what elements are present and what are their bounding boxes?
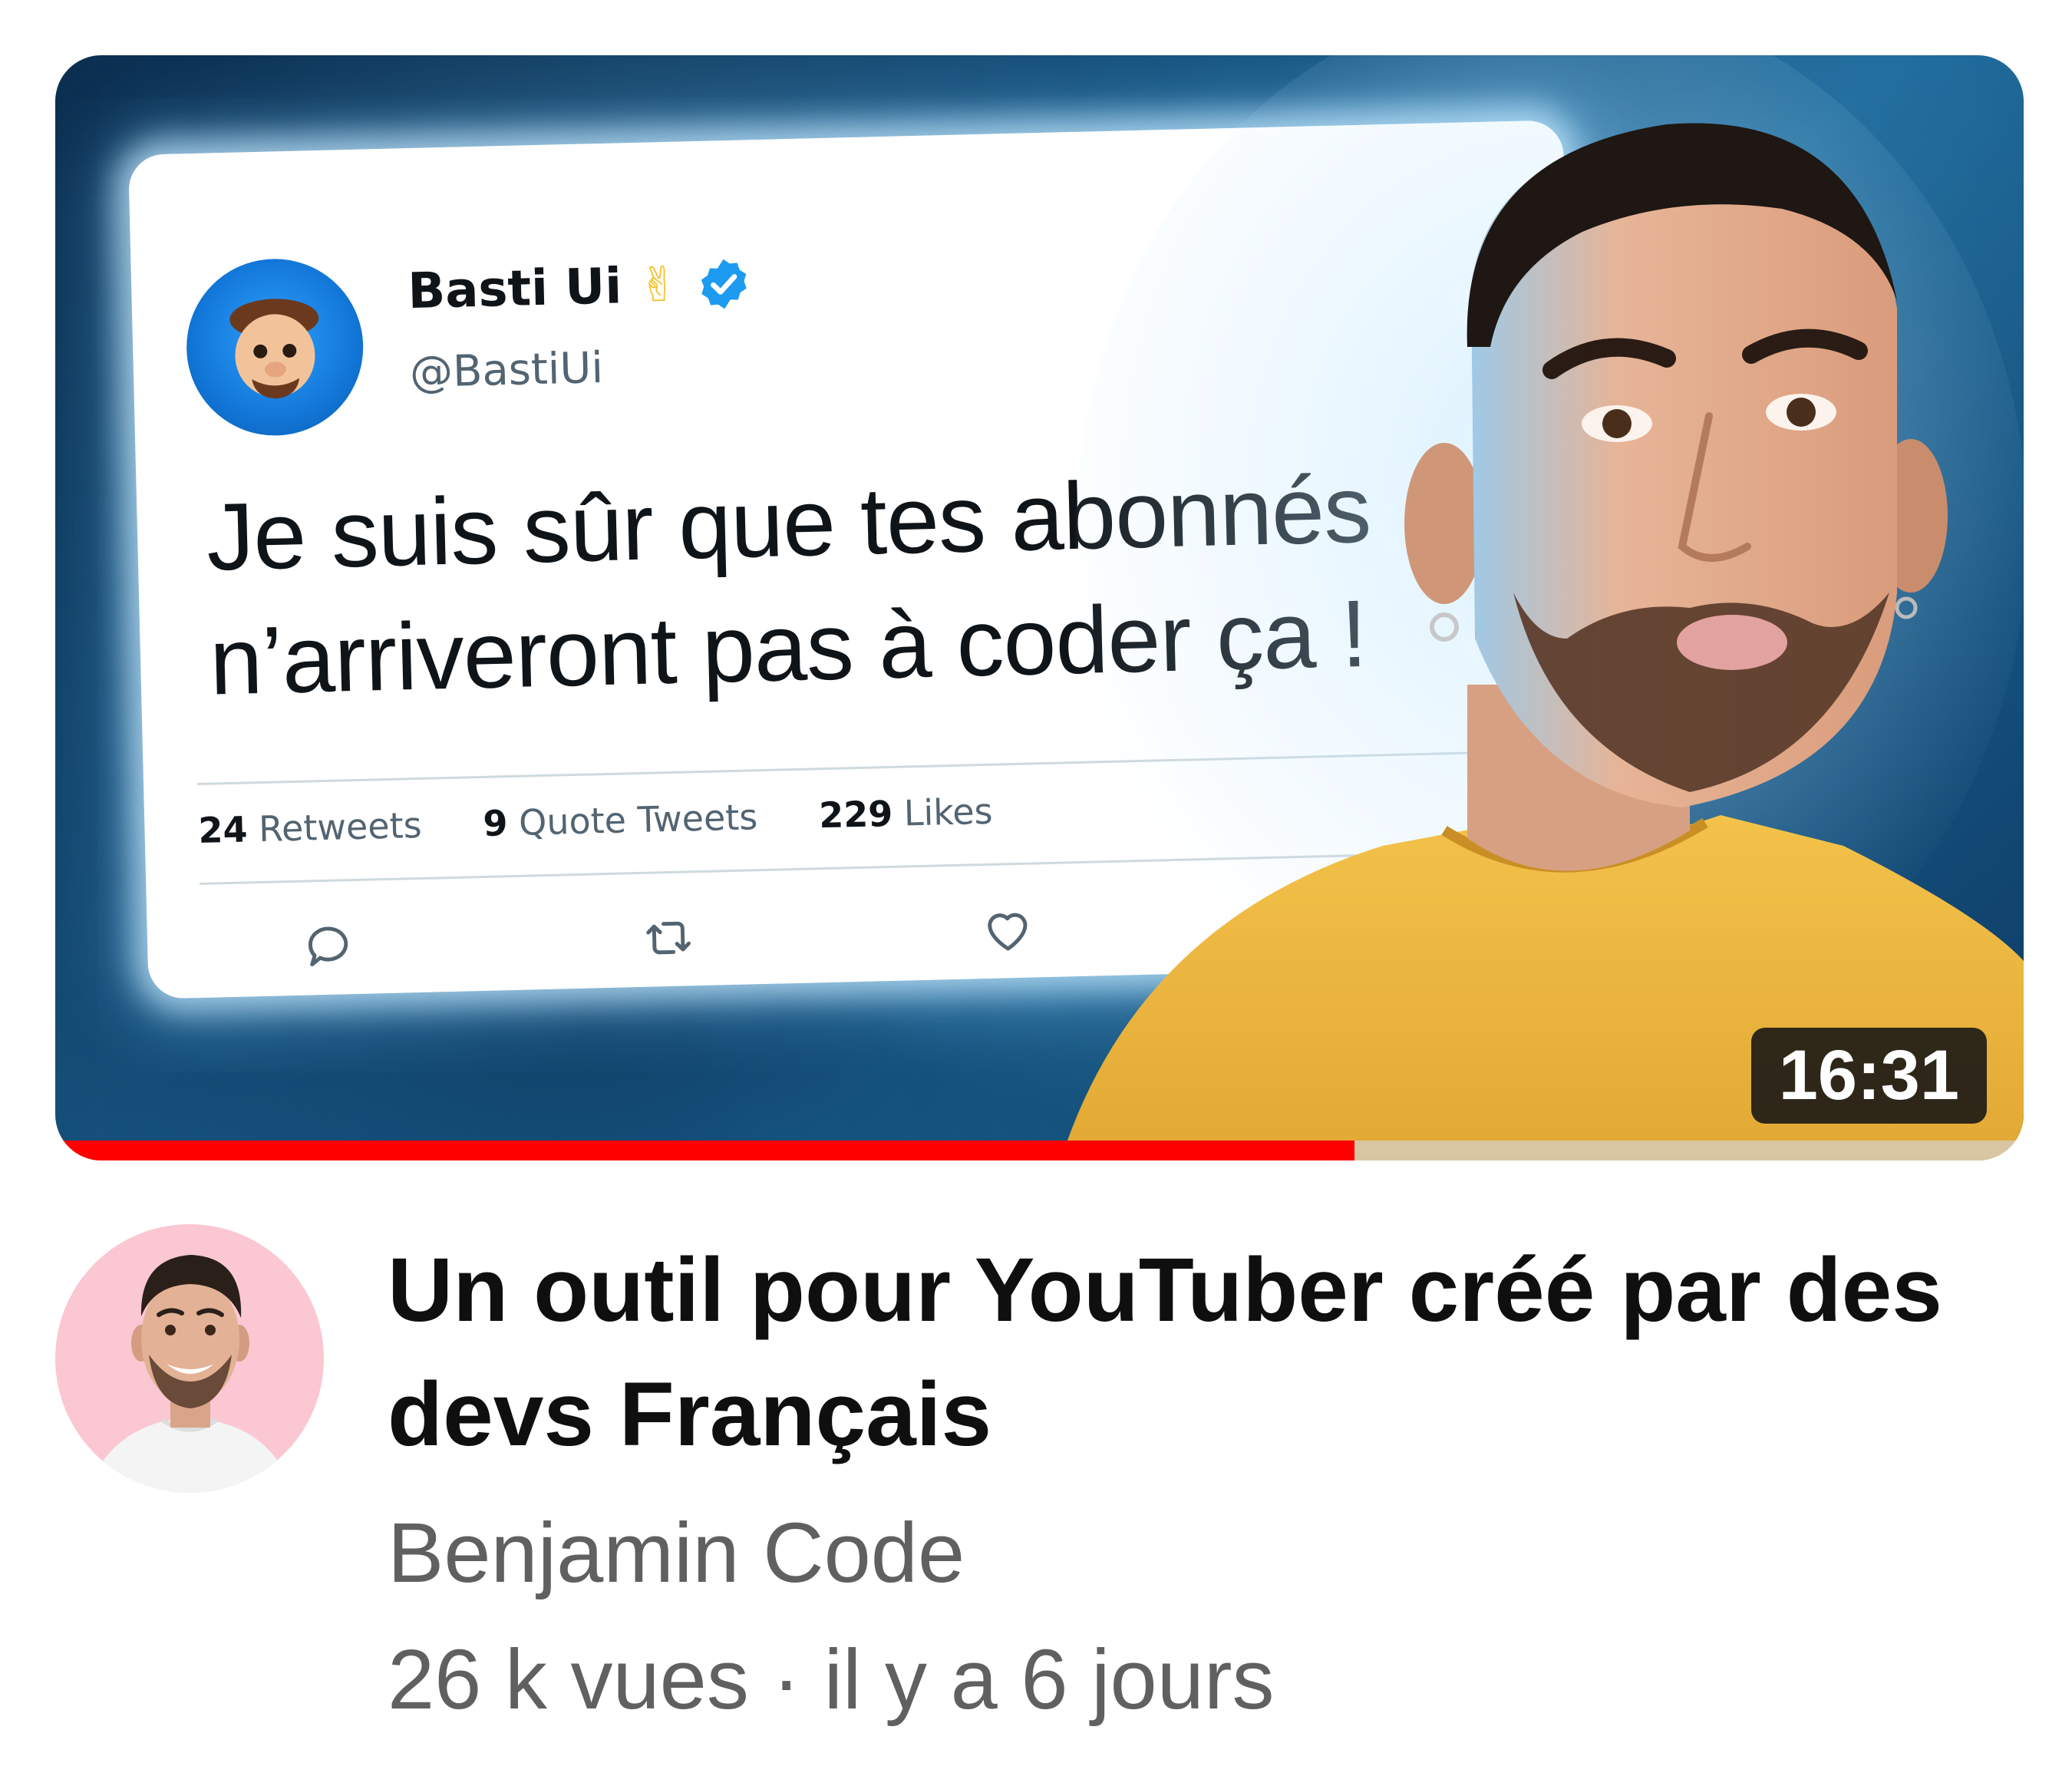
retweets-stat: 24 Retweets — [197, 804, 423, 852]
video-metadata: 26 k vues · il y a 6 jours — [388, 1631, 1275, 1728]
tweet-stats: 24 Retweets 9 Quote Tweets 229 Likes — [198, 791, 993, 851]
likes-stat: 229 Likes — [818, 790, 994, 837]
victory-hand-icon: ✌ — [638, 258, 679, 312]
verified-badge-icon — [701, 259, 747, 309]
retweet-icon — [646, 921, 691, 955]
channel-avatar[interactable] — [55, 1224, 324, 1493]
cartoon-face-icon — [229, 299, 319, 399]
presenter-image — [1061, 55, 2024, 1160]
separator-dot: · — [772, 1632, 801, 1727]
video-title[interactable]: Un outil pour YouTuber créé par des devs… — [388, 1228, 1984, 1477]
watch-progress-bar — [55, 1141, 2024, 1160]
channel-avatar-image — [86, 1255, 293, 1493]
video-thumbnail[interactable]: Basti Ui ✌ @BastiUi Je suis sûr que tes … — [55, 55, 2024, 1160]
tweet-author-handle: @BastiUi — [409, 342, 604, 398]
video-duration-badge: 16:31 — [1750, 1028, 1987, 1124]
tweet-author-avatar — [184, 256, 365, 438]
upload-age: il y a 6 jours — [823, 1632, 1275, 1727]
channel-name[interactable]: Benjamin Code — [388, 1504, 965, 1602]
tweet-author-name: Basti Ui — [407, 258, 623, 321]
quote-tweets-stat: 9 Quote Tweets — [482, 796, 758, 844]
view-count: 26 k vues — [388, 1632, 749, 1727]
watch-progress-fill — [55, 1141, 1354, 1160]
reply-icon — [308, 926, 348, 967]
